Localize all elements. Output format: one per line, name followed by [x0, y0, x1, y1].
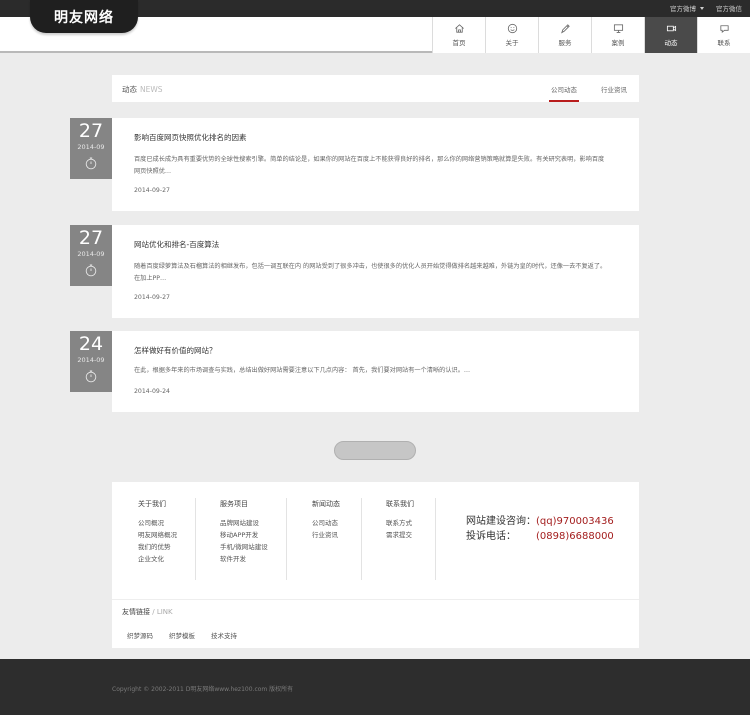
news-tabs: 公司动态 行业资讯	[549, 84, 627, 102]
news-summary: 在此，根据多年来的市场调查与实践，总结出做好网站需要注意以下几点内容： 首先，我…	[134, 367, 471, 374]
news-title[interactable]: 网站优化和排名-百度算法	[134, 239, 219, 250]
news-summary: 随着百度绿萝算法及石榴算法的相继发布，包括一调互联在内 的网站受到了很多冲击，也…	[134, 263, 607, 282]
copyright: Copyright © 2002-2011 D明友网络www.hez100.co…	[112, 686, 294, 693]
nav-item-contact[interactable]: 联系	[697, 17, 750, 53]
section-title: 动态 NEWS	[122, 85, 163, 94]
weibo-link[interactable]: 官方微博	[670, 3, 704, 13]
friend-links: 织梦源码 织梦模板 技术支持	[127, 630, 237, 640]
footer-links-panel: 关于我们 公司概况 明友网络概况 我们的优势 企业文化 服务项目 品牌网站建设 …	[112, 482, 639, 648]
main-nav: 首页 关于 服务 案例 动态 联系	[432, 17, 750, 53]
footer-link[interactable]: 明友网络概况	[138, 529, 177, 541]
footer-link[interactable]: 软件开发	[220, 553, 268, 565]
wechat-link[interactable]: 官方微信	[716, 3, 742, 13]
friend-links-title: 友情链接 / LINK	[122, 608, 173, 616]
news-item[interactable]: 怎样做好有价值的网站？ 在此，根据多年来的市场调查与实践，总结出做好网站需要注意…	[112, 331, 639, 412]
news-item[interactable]: 影响百度网页快照优化排名的因素 百度已成长成为具有重要优势的全球性搜索引擎。简单…	[112, 118, 639, 211]
video-icon	[666, 25, 676, 32]
date-badge: 27 2014-09	[70, 118, 112, 179]
divider	[286, 498, 287, 580]
contact-info: 网站建设咨询：(qq)970003436 投诉电话： (0898)6688000	[466, 516, 614, 542]
nav-item-news[interactable]: 动态	[644, 17, 697, 53]
divider	[435, 498, 436, 580]
news-title[interactable]: 影响百度网页快照优化排名的因素	[134, 132, 247, 143]
footer-link[interactable]: 品牌网站建设	[220, 517, 268, 529]
date-badge: 27 2014-09	[70, 225, 112, 286]
news-section-header: 动态 NEWS 公司动态 行业资讯	[112, 75, 639, 102]
chat-icon	[719, 25, 729, 34]
smile-icon	[507, 23, 517, 34]
divider	[195, 498, 196, 580]
footer-link[interactable]: 企业文化	[138, 553, 177, 565]
footer-column-news: 新闻动态 公司动态 行业资讯	[312, 500, 340, 541]
site-footer: Copyright © 2002-2011 D明友网络www.hez100.co…	[0, 659, 750, 715]
logo[interactable]: 明友网络	[30, 0, 138, 33]
footer-link[interactable]: 我们的优势	[138, 541, 177, 553]
pen-icon	[560, 24, 570, 34]
stopwatch-icon	[85, 264, 97, 277]
nav-item-service[interactable]: 服务	[538, 17, 591, 53]
footer-link[interactable]: 行业资讯	[312, 529, 340, 541]
footer-column-about: 关于我们 公司概况 明友网络概况 我们的优势 企业文化	[138, 500, 177, 565]
news-date: 2014-09-24	[134, 388, 170, 395]
footer-link[interactable]: 公司动态	[312, 517, 340, 529]
news-summary: 百度已成长成为具有重要优势的全球性搜索引擎。简单的结论是，如果你的网站在百度上不…	[134, 156, 605, 175]
nav-item-about[interactable]: 关于	[485, 17, 538, 53]
divider	[361, 498, 362, 580]
friend-link[interactable]: 技术支持	[211, 630, 237, 640]
nav-item-cases[interactable]: 案例	[591, 17, 644, 53]
friend-link[interactable]: 织梦源码	[127, 630, 153, 640]
divider	[112, 599, 639, 600]
footer-link[interactable]: 移动APP开发	[220, 529, 268, 541]
chevron-down-icon	[700, 6, 704, 10]
monitor-icon	[613, 24, 623, 33]
nav-item-home[interactable]: 首页	[432, 17, 485, 53]
stopwatch-icon	[85, 370, 97, 383]
tab-industry-news[interactable]: 行业资讯	[601, 84, 627, 102]
header: 明友网络 首页 关于 服务 案例 动态 联系	[0, 0, 750, 53]
footer-link[interactable]: 需求提交	[386, 529, 414, 541]
footer-column-contact: 联系我们 联系方式 需求提交	[386, 500, 414, 541]
footer-link[interactable]: 联系方式	[386, 517, 414, 529]
stopwatch-icon	[85, 157, 97, 170]
tab-company-news[interactable]: 公司动态	[549, 84, 579, 102]
footer-link[interactable]: 手机/微网站建设	[220, 541, 268, 553]
load-more-button[interactable]	[334, 441, 416, 460]
top-links: 官方微博 官方微信	[670, 3, 742, 13]
footer-link[interactable]: 公司概况	[138, 517, 177, 529]
news-item[interactable]: 网站优化和排名-百度算法 随着百度绿萝算法及石榴算法的相继发布，包括一调互联在内…	[112, 225, 639, 318]
footer-column-services: 服务项目 品牌网站建设 移动APP开发 手机/微网站建设 软件开发	[220, 500, 268, 565]
news-title[interactable]: 怎样做好有价值的网站？	[134, 345, 217, 356]
news-date: 2014-09-27	[134, 294, 170, 301]
friend-link[interactable]: 织梦模板	[169, 630, 195, 640]
date-badge: 24 2014-09	[70, 331, 112, 392]
home-icon	[454, 24, 464, 33]
news-date: 2014-09-27	[134, 187, 170, 194]
